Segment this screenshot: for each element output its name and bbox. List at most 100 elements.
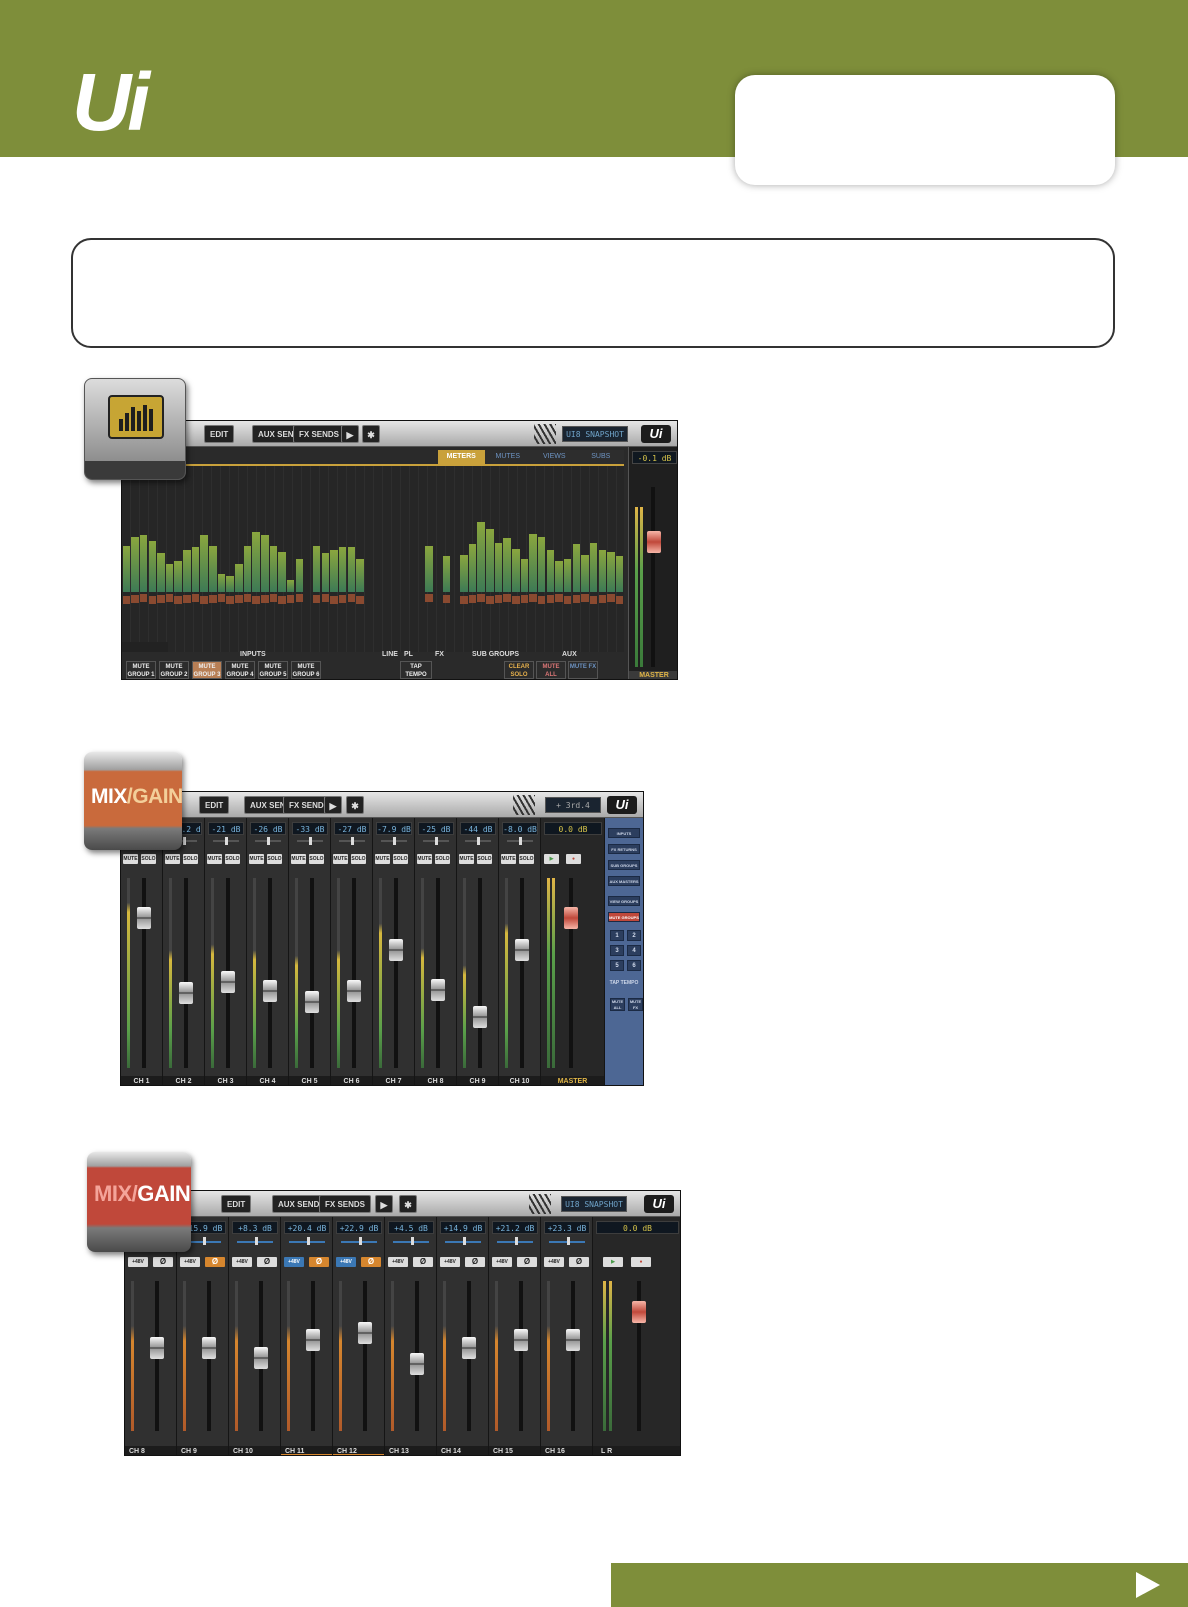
fx-sends-button[interactable]: FX SENDS — [293, 425, 346, 443]
tab-views[interactable]: VIEWS — [531, 450, 578, 464]
play-icon[interactable]: ▶ — [603, 1257, 623, 1267]
pan-knob[interactable] — [393, 837, 396, 845]
mute-button[interactable]: MUTE — [333, 854, 348, 864]
snapshot-display[interactable]: + 3rd.4 — [545, 797, 601, 813]
side-sub-groups-button[interactable]: SUB GROUPS — [608, 860, 640, 870]
meters-view-icon[interactable] — [84, 378, 186, 480]
phase-invert-button[interactable]: Ø — [205, 1257, 225, 1267]
play-icon[interactable]: ▶ — [544, 854, 559, 864]
phase-invert-button[interactable]: Ø — [465, 1257, 485, 1267]
solo-button[interactable]: SOLO — [519, 854, 534, 864]
gain-knob[interactable] — [255, 1237, 258, 1245]
edit-button[interactable]: EDIT — [221, 1195, 252, 1213]
ui-menu-button[interactable]: Ui — [644, 1195, 674, 1213]
mute-button[interactable]: MUTE — [291, 854, 306, 864]
mute-group-6-button[interactable]: 6 — [627, 960, 641, 971]
fader-cap[interactable] — [150, 1337, 164, 1359]
pan-knob[interactable] — [519, 837, 522, 845]
solo-button[interactable]: SOLO — [351, 854, 366, 864]
gain-knob[interactable] — [567, 1237, 570, 1245]
mute-group-5-button[interactable]: 5 — [610, 960, 624, 971]
side-mute-fx-button[interactable]: MUTE FX — [628, 998, 643, 1011]
fader-track[interactable] — [268, 878, 272, 1068]
pan-knob[interactable] — [351, 837, 354, 845]
fader-track[interactable] — [311, 1281, 315, 1431]
phantom-48v-button[interactable]: +48V — [284, 1257, 304, 1267]
pan-knob[interactable] — [267, 837, 270, 845]
tab-meters[interactable]: METERS — [438, 450, 485, 464]
mute-group-1-button[interactable]: MUTE GROUP 1 — [126, 661, 156, 679]
gear-icon[interactable]: ✱ — [346, 796, 364, 814]
fader-track[interactable] — [184, 878, 188, 1068]
ui-menu-button[interactable]: Ui — [607, 796, 637, 814]
mute-group-2-button[interactable]: MUTE GROUP 2 — [159, 661, 189, 679]
fader-track[interactable] — [571, 1281, 575, 1431]
side-inputs-button[interactable]: INPUTS — [608, 828, 640, 838]
mute-button[interactable]: MUTE — [375, 854, 390, 864]
fader-track[interactable] — [310, 878, 314, 1068]
fader-cap[interactable] — [137, 907, 151, 929]
mute-all-button[interactable]: MUTE ALL — [536, 661, 566, 679]
mute-group-3-button[interactable]: 3 — [610, 945, 624, 956]
mute-group-2-button[interactable]: 2 — [627, 930, 641, 941]
fader-cap[interactable] — [389, 939, 403, 961]
fader-cap[interactable] — [431, 979, 445, 1001]
pan-knob[interactable] — [225, 837, 228, 845]
phantom-48v-button[interactable]: +48V — [492, 1257, 512, 1267]
fader-track[interactable] — [352, 878, 356, 1068]
gain-knob[interactable] — [411, 1237, 414, 1245]
mute-fx-button[interactable]: MUTE FX — [568, 661, 598, 679]
channel-number-cell[interactable] — [167, 642, 168, 652]
fader-track[interactable] — [520, 878, 524, 1068]
fader-track[interactable] — [519, 1281, 523, 1431]
pan-knob[interactable] — [435, 837, 438, 845]
phantom-48v-button[interactable]: +48V — [388, 1257, 408, 1267]
mute-group-1-button[interactable]: 1 — [610, 930, 624, 941]
solo-button[interactable]: SOLO — [183, 854, 198, 864]
play-icon[interactable]: ▶ — [375, 1195, 393, 1213]
fader-track[interactable] — [436, 878, 440, 1068]
snapshot-display[interactable]: UI8 SNAPSHOT — [562, 426, 628, 442]
phantom-48v-button[interactable]: +48V — [180, 1257, 200, 1267]
mute-group-4-button[interactable]: 4 — [627, 945, 641, 956]
fader-cap[interactable] — [515, 939, 529, 961]
side-fx-returns-button[interactable]: FX RETURNS — [608, 844, 640, 854]
record-icon[interactable]: ● — [631, 1257, 651, 1267]
gain-knob[interactable] — [203, 1237, 206, 1245]
master-fader-cap[interactable] — [564, 907, 578, 929]
next-page-arrow-icon[interactable] — [1136, 1572, 1160, 1598]
phase-invert-button[interactable]: Ø — [361, 1257, 381, 1267]
phantom-48v-button[interactable]: +48V — [336, 1257, 356, 1267]
fader-cap[interactable] — [410, 1353, 424, 1375]
fader-track[interactable] — [363, 1281, 367, 1431]
solo-button[interactable]: SOLO — [393, 854, 408, 864]
fader-cap[interactable] — [306, 1329, 320, 1351]
gain-knob[interactable] — [359, 1237, 362, 1245]
pan-knob[interactable] — [183, 837, 186, 845]
fader-cap[interactable] — [263, 980, 277, 1002]
master-fader-cap[interactable] — [632, 1301, 646, 1323]
phase-invert-button[interactable]: Ø — [569, 1257, 589, 1267]
fader-cap[interactable] — [566, 1329, 580, 1351]
mute-button[interactable]: MUTE — [123, 854, 138, 864]
tap-tempo-button[interactable]: TAP TEMPO — [400, 661, 432, 679]
fader-cap[interactable] — [347, 980, 361, 1002]
fader-cap[interactable] — [254, 1347, 268, 1369]
master-fader-track[interactable] — [651, 487, 655, 667]
solo-button[interactable]: SOLO — [141, 854, 156, 864]
side-view-groups-button[interactable]: VIEW GROUPS — [608, 896, 640, 906]
solo-button[interactable]: SOLO — [267, 854, 282, 864]
side-mute-groups-button[interactable]: MUTE GROUPS — [608, 912, 640, 922]
mute-group-3-button[interactable]: MUTE GROUP 3 — [192, 661, 222, 679]
solo-button[interactable]: SOLO — [435, 854, 450, 864]
fader-track[interactable] — [394, 878, 398, 1068]
solo-button[interactable]: SOLO — [309, 854, 324, 864]
mute-button[interactable]: MUTE — [417, 854, 432, 864]
mute-group-4-button[interactable]: MUTE GROUP 4 — [225, 661, 255, 679]
mute-button[interactable]: MUTE — [207, 854, 222, 864]
gain-view-icon[interactable]: MIX/GAIN — [87, 1152, 191, 1252]
edit-button[interactable]: EDIT — [199, 796, 230, 814]
phase-invert-button[interactable]: Ø — [153, 1257, 173, 1267]
mute-button[interactable]: MUTE — [165, 854, 180, 864]
fader-cap[interactable] — [514, 1329, 528, 1351]
